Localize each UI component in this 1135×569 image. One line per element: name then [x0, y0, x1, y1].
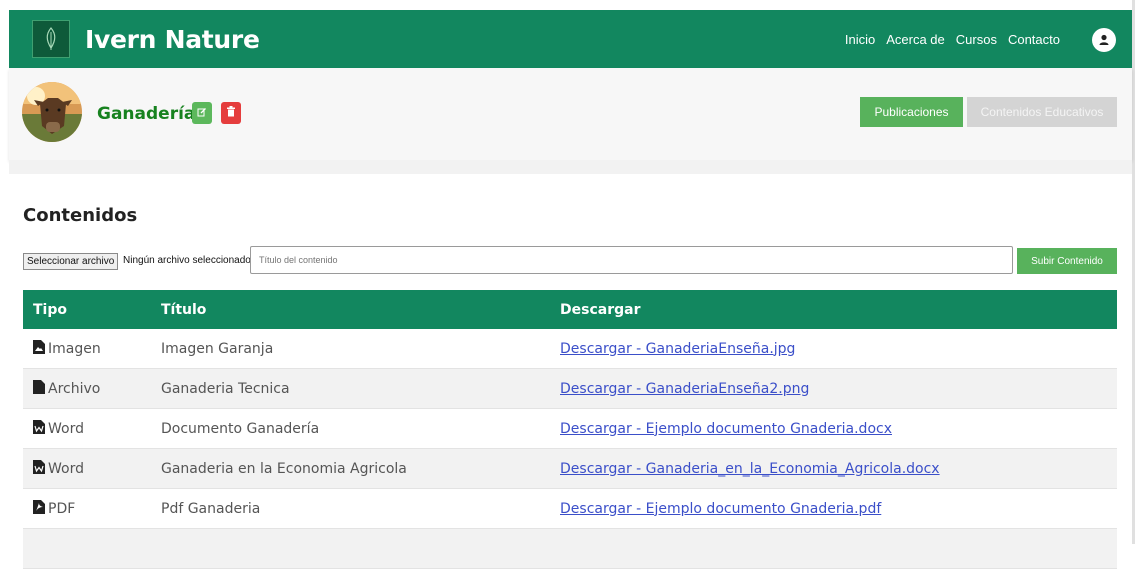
nav-menu: Inicio Acerca de Cursos Contacto	[845, 10, 1060, 68]
file-icon	[33, 379, 45, 398]
user-icon[interactable]	[1092, 28, 1116, 52]
table-row: Imagen Imagen Garanja Descargar - Ganade…	[23, 329, 1117, 369]
file-status: Ningún archivo seleccionado	[123, 255, 251, 266]
download-link[interactable]: Descargar - GanaderiaEnseña2.png	[560, 381, 809, 397]
row-title: Documento Ganadería	[161, 420, 320, 437]
tab-contenidos-educativos[interactable]: Contenidos Educativos	[967, 97, 1117, 127]
profile-name: Ganadería	[97, 104, 196, 124]
nav-link-acerca[interactable]: Acerca de	[886, 32, 945, 47]
row-title: Pdf Ganaderia	[161, 500, 261, 517]
trash-icon	[226, 104, 236, 122]
brand-name[interactable]: Ivern Nature	[85, 25, 260, 54]
profile-header: Ganadería Publicaciones Contenidos Educa…	[9, 68, 1132, 160]
contents-table: Tipo Título Descargar Imagen Imagen Gara…	[23, 290, 1117, 569]
pdf-file-icon	[33, 499, 45, 518]
word-file-icon	[33, 459, 45, 478]
download-link[interactable]: Descargar - Ejemplo documento Gnaderia.p…	[560, 501, 881, 517]
header-tipo: Tipo	[33, 301, 67, 318]
table-row: PDF Pdf Ganaderia Descargar - Ejemplo do…	[23, 489, 1117, 529]
section-title: Contenidos	[23, 205, 138, 226]
row-title: Imagen Garanja	[161, 340, 274, 357]
table-header: Tipo Título Descargar	[23, 290, 1117, 329]
header-descargar: Descargar	[560, 301, 641, 318]
header-titulo: Título	[161, 301, 207, 318]
row-title: Ganaderia en la Economia Agricola	[161, 460, 407, 477]
content-title-input[interactable]	[250, 246, 1013, 274]
word-file-icon	[33, 419, 45, 438]
row-type: Word	[48, 460, 84, 477]
row-type: Imagen	[48, 340, 101, 357]
header-divider	[9, 160, 1132, 174]
table-row: Word Ganaderia en la Economia Agricola D…	[23, 449, 1117, 489]
tab-publicaciones[interactable]: Publicaciones	[860, 97, 963, 127]
file-select-button[interactable]: Seleccionar archivo	[23, 253, 119, 270]
profile-picture	[22, 82, 82, 142]
edit-icon	[197, 104, 207, 122]
upload-content-button[interactable]: Subir Contenido	[1017, 248, 1117, 274]
row-title: Ganaderia Tecnica	[161, 380, 290, 397]
brand-logo[interactable]	[32, 20, 70, 58]
download-link[interactable]: Descargar - Ganaderia_en_la_Economia_Agr…	[560, 461, 940, 477]
table-row: Archivo Ganaderia Tecnica Descargar - Ga…	[23, 369, 1117, 409]
delete-button[interactable]	[221, 102, 241, 124]
download-link[interactable]: Descargar - Ejemplo documento Gnaderia.d…	[560, 421, 892, 437]
download-link[interactable]: Descargar - GanaderiaEnseña.jpg	[560, 341, 795, 357]
navbar: Ivern Nature Inicio Acerca de Cursos Con…	[9, 10, 1132, 68]
table-row-partial	[23, 529, 1117, 569]
edit-button[interactable]	[192, 102, 212, 124]
nav-link-inicio[interactable]: Inicio	[845, 32, 875, 47]
row-type: PDF	[48, 500, 76, 517]
image-file-icon	[33, 339, 45, 358]
table-row: Word Documento Ganadería Descargar - Eje…	[23, 409, 1117, 449]
row-type: Archivo	[48, 380, 101, 397]
row-type: Word	[48, 420, 84, 437]
nav-link-contacto[interactable]: Contacto	[1008, 32, 1060, 47]
nav-link-cursos[interactable]: Cursos	[956, 32, 997, 47]
